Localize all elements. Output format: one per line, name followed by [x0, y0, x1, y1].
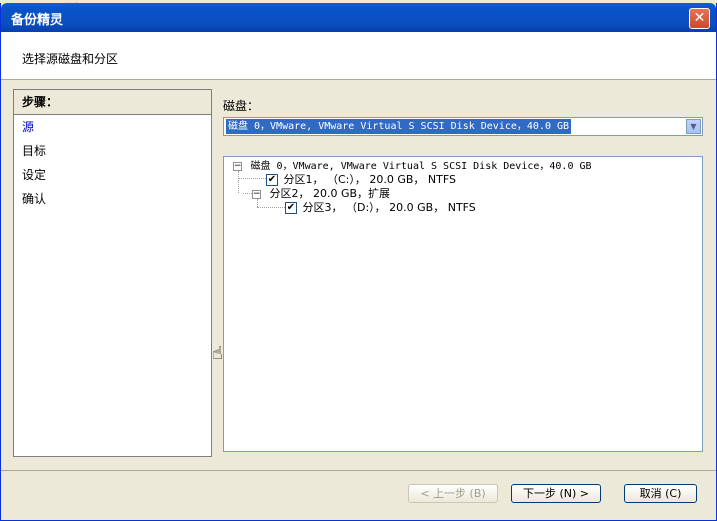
bottom-separator [1, 470, 716, 471]
cancel-button[interactable]: 取消 (C) [624, 484, 697, 503]
tree-node-partition2[interactable]: − 分区2， 20.0 GB，扩展 [252, 187, 390, 201]
wizard-header: 选择源磁盘和分区 [1, 32, 716, 80]
tree-node-partition1[interactable]: ✔ 分区1， （C:）， 20.0 GB， NTFS [266, 173, 456, 187]
checkbox-icon[interactable]: ✔ [266, 174, 278, 186]
partition1-label: 分区1， （C:）， 20.0 GB， NTFS [283, 173, 457, 186]
checkbox-icon[interactable]: ✔ [285, 202, 297, 214]
tree-node-partition3[interactable]: ✔ 分区3， （D:）， 20.0 GB， NTFS [285, 201, 476, 215]
collapse-icon[interactable]: − [252, 189, 261, 199]
partition-tree: − 磁盘 0，VMware, VMware Virtual S SCSI Dis… [223, 156, 703, 452]
step-confirm[interactable]: 确认 [14, 187, 211, 211]
back-button[interactable]: < 上一步 (B) [408, 484, 498, 503]
step-source[interactable]: 源 [14, 115, 211, 139]
disk-select[interactable]: 磁盘 0，VMware, VMware Virtual S SCSI Disk … [223, 117, 703, 136]
tree-line [257, 207, 285, 208]
dropdown-button[interactable]: ▼ [686, 119, 701, 134]
disk-node-label: 磁盘 0，VMware, VMware Virtual S SCSI Disk … [250, 161, 592, 172]
next-button[interactable]: 下一步 (N) > [511, 484, 601, 503]
partition2-label: 分区2， 20.0 GB，扩展 [269, 187, 391, 200]
tree-line [243, 193, 252, 194]
window-title: 备份精灵 [11, 13, 64, 28]
step-target[interactable]: 目标 [14, 139, 211, 163]
step-settings[interactable]: 设定 [14, 163, 211, 187]
tree-node-disk[interactable]: − 磁盘 0，VMware, VMware Virtual S SCSI Dis… [233, 159, 592, 173]
close-button[interactable]: ✕ [689, 8, 710, 29]
header-title: 选择源磁盘和分区 [22, 52, 119, 66]
partition3-label: 分区3， （D:）， 20.0 GB， NTFS [302, 201, 476, 214]
close-icon: ✕ [693, 10, 706, 26]
backup-wizard-window: 备份精灵 ✕ 选择源磁盘和分区 步骤： 源 目标 设定 确认 磁盘： 磁盘 0，… [0, 3, 717, 521]
disk-select-value: 磁盘 0，VMware, VMware Virtual S SCSI Disk … [226, 119, 572, 134]
steps-heading: 步骤： [14, 90, 211, 115]
title-bar[interactable]: 备份精灵 ✕ [1, 3, 716, 32]
hand-cursor-icon: ☝ [212, 343, 223, 364]
chevron-down-icon: ▼ [690, 122, 697, 131]
tree-line [238, 178, 266, 179]
collapse-icon[interactable]: − [233, 161, 242, 171]
disk-label: 磁盘： [223, 99, 260, 113]
steps-panel: 步骤： 源 目标 设定 确认 [13, 89, 212, 457]
tree-line [238, 171, 239, 193]
